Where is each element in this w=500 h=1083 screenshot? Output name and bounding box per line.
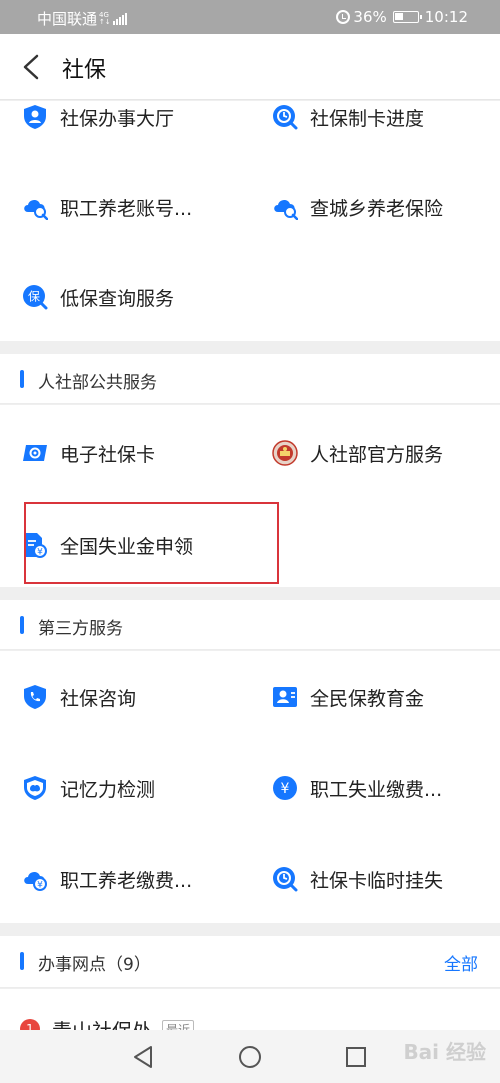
clock-search-icon [273,867,298,892]
clock-search-icon [273,105,298,130]
nav-home-icon[interactable] [238,1045,262,1069]
watermark: Bai 经验 [403,1040,486,1064]
yen-icon: ¥ [273,776,297,800]
section-header-third-party: 第三方服务 [0,600,500,650]
status-bar: 中国联通 4G ↑↓ 36% 10:12 [0,0,500,34]
grid-item-rural-pension[interactable]: 查城乡养老保险 [272,187,443,227]
section-header-branches: 办事网点（9） 全部 [0,936,500,988]
section-accent-bar [20,616,24,634]
section-accent-bar [20,370,24,388]
battery-percent: 36% [353,8,387,26]
grid-item-consultation[interactable]: 社保咨询 [22,677,136,717]
section-title: 第三方服务 [38,619,123,639]
third-party-card: 社保咨询 全民保教育金 记忆力检测 ¥ 职工失业缴费... ¥ 职工养老缴费..… [0,651,500,923]
grid-item-e-card[interactable]: 电子社保卡 [22,433,155,473]
shield-person-icon [24,105,46,129]
alarm-icon [336,10,351,24]
view-all-link[interactable]: 全部 [444,950,478,975]
nav-recents-icon[interactable] [344,1045,368,1069]
grid-item-memory-test[interactable]: 记忆力检测 [22,768,155,808]
person-card-icon [273,687,297,707]
grid-item-pension-account[interactable]: 职工养老账号... [22,187,192,227]
grid-item-pension-payment[interactable]: ¥ 职工养老缴费... [22,859,192,899]
section-accent-bar [20,952,24,970]
clock: 10:12 [424,8,468,26]
grid-item-education-fund[interactable]: 全民保教育金 [272,677,424,717]
grid-item-unemployment-payment[interactable]: ¥ 职工失业缴费... [272,768,442,808]
svg-text:¥: ¥ [37,881,43,891]
emblem-icon [272,440,298,466]
svg-text:¥: ¥ [281,781,290,797]
carrier-name: 中国联通 [37,10,98,28]
highlight-box [24,502,279,584]
cloud-search-icon [274,199,298,220]
section-title: 人社部公共服务 [38,373,157,393]
grid-item-official-service[interactable]: 人社部官方服务 [272,433,443,473]
cloud-search-icon [24,199,48,220]
grid-item-card-loss-report[interactable]: 社保卡临时挂失 [272,859,443,899]
brain-shield-icon [24,776,46,800]
phone-shield-icon [24,685,46,709]
svg-text:保: 保 [28,290,40,304]
card-icon [23,445,47,461]
signal-icon [112,12,128,25]
social-security-card: 社保办事大厅 社保制卡进度 职工养老账号... 查城乡养老保险 保 低保查询服务 [0,101,500,341]
back-arrow-icon[interactable] [20,54,44,80]
section-title: 办事网点（9） [38,955,151,975]
network-type: 4G ↑↓ [99,10,111,26]
section-header-mohrss: 人社部公共服务 [0,354,500,404]
grid-item-low-income[interactable]: 保 低保查询服务 [22,277,174,317]
battery-icon [392,11,422,23]
bao-search-icon: 保 [23,285,48,310]
nav-back-icon[interactable] [131,1045,155,1069]
page-title: 社保 [62,58,107,83]
grid-item-office-hall[interactable]: 社保办事大厅 [22,97,174,137]
grid-item-card-progress[interactable]: 社保制卡进度 [272,97,424,137]
top-bar: 社保 [0,34,500,100]
cloud-yen-icon: ¥ [24,871,47,891]
